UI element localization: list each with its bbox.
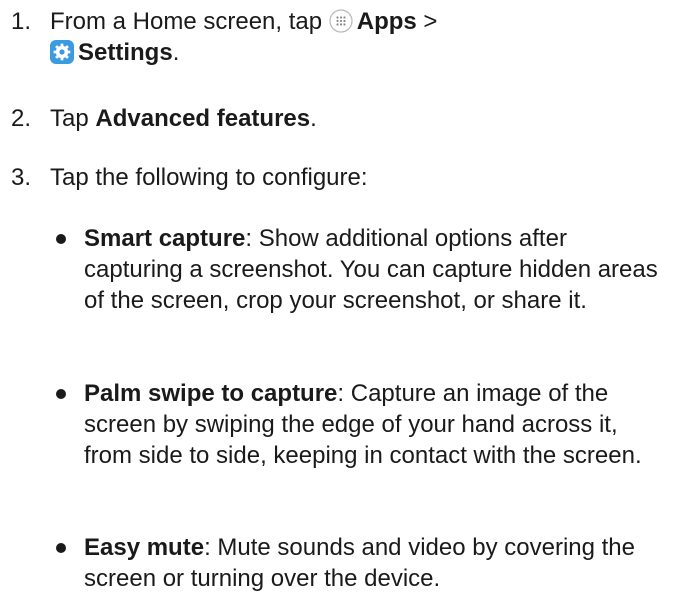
settings-label: Settings xyxy=(78,39,173,66)
apps-label: Apps xyxy=(356,8,417,35)
bullet-term: Easy mute xyxy=(84,534,205,561)
step-number: 1. xyxy=(11,8,32,35)
bullet-text: Smart capture: Show additional options a… xyxy=(84,223,672,316)
step-text: From a Home screen, tap Apps > Settings. xyxy=(50,6,670,68)
step-text: Tap Advanced features. xyxy=(50,103,670,134)
step-number: 2. xyxy=(11,105,32,132)
advanced-features-label: Advanced features xyxy=(95,105,311,132)
step-text-prefix: From a Home screen, tap xyxy=(50,8,329,35)
bullet-dot xyxy=(56,234,66,244)
instruction-page: 1. From a Home screen, tap Apps > Settin… xyxy=(0,0,680,603)
bullet-term: Smart capture xyxy=(84,225,246,252)
step-text-suffix: . xyxy=(172,39,180,66)
step-text: Tap the following to configure: xyxy=(50,164,368,191)
bullet-dot xyxy=(56,543,66,553)
bullet-term: Palm swipe to capture xyxy=(84,380,338,407)
settings-gear-icon xyxy=(50,40,74,64)
bullet-text: Palm swipe to capture: Capture an image … xyxy=(84,378,672,471)
apps-grid-icon xyxy=(329,9,353,33)
step-text-suffix: . xyxy=(310,105,317,132)
path-separator: > xyxy=(416,8,438,35)
step-number: 3. xyxy=(11,164,32,191)
bullet-dot xyxy=(56,389,66,399)
bullet-text: Easy mute: Mute sounds and video by cove… xyxy=(84,532,672,594)
step-text-prefix: Tap xyxy=(50,105,96,132)
